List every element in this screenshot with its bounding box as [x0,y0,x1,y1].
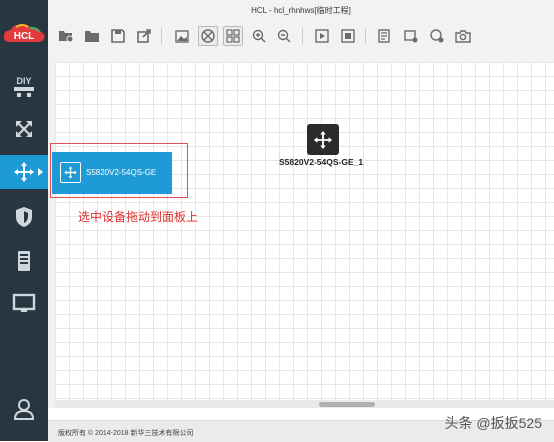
image-button[interactable] [172,26,192,46]
grid-button[interactable] [223,26,243,46]
sidebar-item-diy[interactable]: DIY [0,70,48,104]
copyright-text: 版权所有 © 2014-2018 新华三技术有限公司 [58,430,194,437]
shield-icon [16,207,32,227]
svg-text:HCL: HCL [14,31,35,42]
stop-icon [341,29,355,43]
notes-icon [378,29,390,43]
server-icon [18,251,30,271]
canvas-device-node[interactable] [307,124,339,155]
toolbar-separator [302,28,303,44]
sidebar-item-user[interactable] [0,392,48,426]
topology-canvas[interactable] [55,62,554,408]
horizontal-scrollbar[interactable] [55,400,554,408]
instruction-annotation: 选中设备拖动到面板上 [78,210,199,224]
camera-icon [455,30,471,43]
switch-device-icon [313,130,333,149]
topology-icon [201,29,215,43]
canvas-device-label: S5820V2-54QS-GE_1 [279,157,364,167]
add-ellipse-icon [430,29,444,43]
user-icon [13,399,35,420]
notes-button[interactable] [375,26,395,46]
add-rect-icon [404,30,418,43]
toolbar-separator [161,28,162,44]
sidebar-item-hosts[interactable] [0,287,48,321]
toolbar [48,22,554,51]
hcl-logo: HCL [2,22,46,44]
canvas-border [48,50,55,408]
diy-icon: DIY [14,76,34,97]
sidebar-item-security[interactable] [0,200,48,234]
add-ellipse-button[interactable] [427,26,447,46]
export-button[interactable] [134,26,154,46]
play-icon [315,29,329,43]
crossed-arrows-icon [16,121,32,137]
open-folder-button[interactable] [82,26,102,46]
open-project-button[interactable] [56,26,76,46]
stop-button[interactable] [338,26,358,46]
topology-button[interactable] [198,26,218,46]
sidebar-item-servers[interactable] [0,244,48,278]
export-icon [137,29,151,43]
image-icon [175,29,189,43]
zoom-out-button[interactable] [274,26,294,46]
canvas-border [48,50,554,62]
sidebar-item-devices[interactable] [0,155,48,189]
play-button[interactable] [312,26,332,46]
grid-icon [226,29,240,43]
sidebar-item-links[interactable] [0,112,48,146]
move-arrows-icon [14,162,34,182]
zoom-in-icon [252,29,266,43]
open-folder-icon [85,31,99,42]
zoom-out-icon [277,29,291,43]
save-button[interactable] [108,26,128,46]
window-title: HCL - hcl_rhnhws[临时工程] [251,6,351,15]
add-rect-button[interactable] [401,26,421,46]
toolbar-separator [365,28,366,44]
scrollbar-thumb[interactable] [319,402,375,407]
screenshot-button[interactable] [453,26,473,46]
chevron-right-icon [38,168,43,176]
watermark: 头条 @扳扳525 [444,415,542,431]
save-icon [111,29,125,43]
monitor-icon [12,293,36,312]
left-sidebar: HCL DIY [0,0,48,441]
open-project-icon [59,31,74,43]
svg-text:DIY: DIY [16,76,31,86]
zoom-in-button[interactable] [249,26,269,46]
title-bar: HCL - hcl_rhnhws[临时工程] [48,0,554,22]
highlight-box [50,143,188,198]
